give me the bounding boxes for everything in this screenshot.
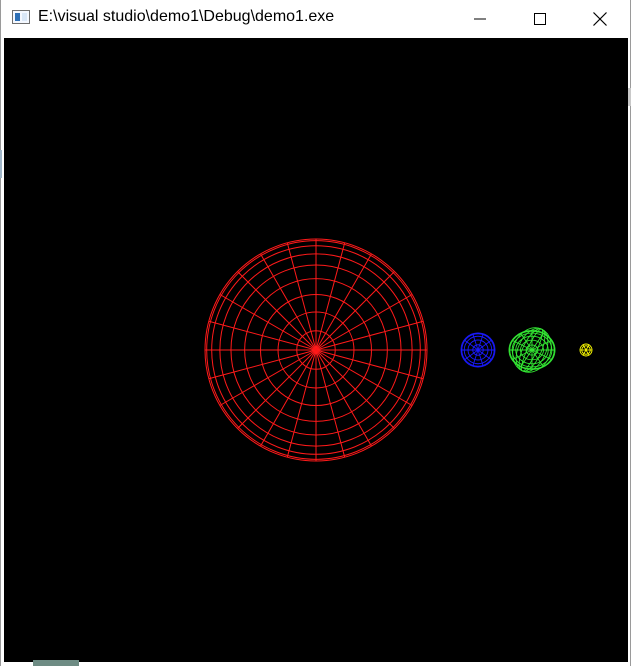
taskbar-fragment [33,660,79,666]
app-window: E:\visual studio\demo1\Debug\demo1.exe [0,0,631,666]
render-canvas[interactable] [4,38,628,662]
background-window-edge [0,150,2,178]
red-sphere [204,238,428,462]
maximize-icon [534,13,546,25]
yellow-sphere [579,343,593,357]
minimize-button[interactable] [450,0,510,38]
minimize-icon [474,18,486,20]
scene-viewport [204,238,593,462]
title-bar[interactable]: E:\visual studio\demo1\Debug\demo1.exe [1,0,630,38]
close-icon [593,12,607,26]
green-sphere [508,327,556,373]
maximize-button[interactable] [510,0,570,38]
app-window-icon[interactable] [12,10,30,24]
window-controls [450,0,630,38]
close-button[interactable] [570,0,630,38]
blue-sphere [460,332,496,368]
window-title: E:\visual studio\demo1\Debug\demo1.exe [38,8,335,25]
